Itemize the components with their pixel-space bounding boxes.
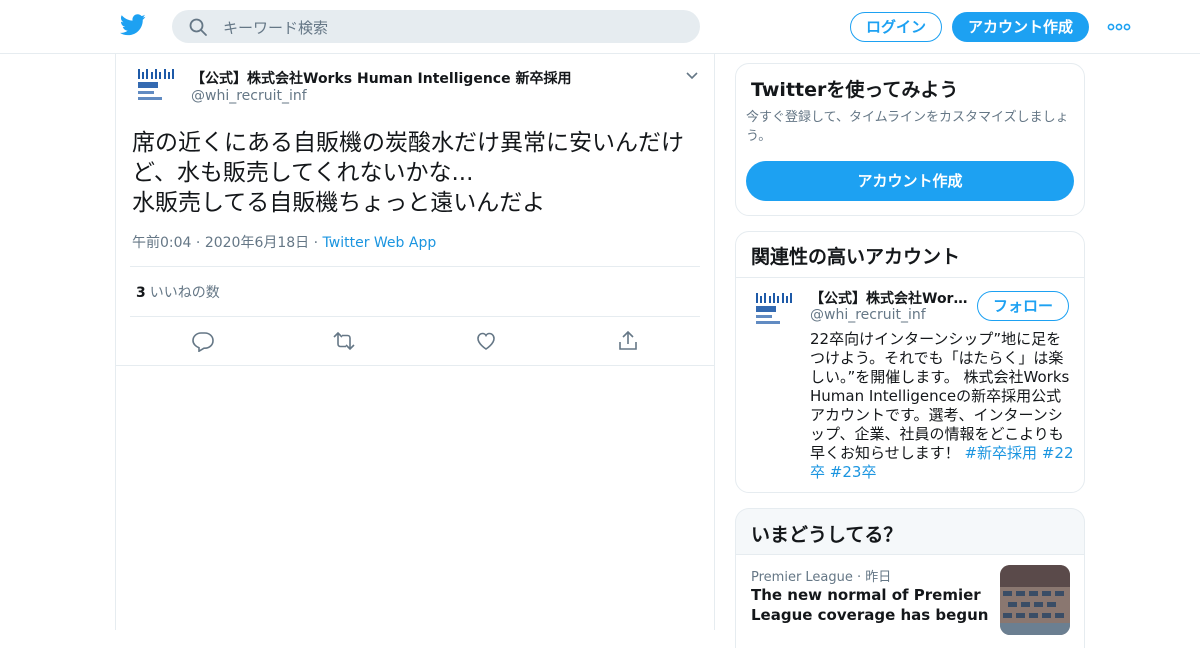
tweet-date[interactable]: 2020年6月18日 [205,235,309,251]
search-bar[interactable]: キーワード検索 [172,10,700,43]
signup-card-title: Twitterを使ってみよう [751,79,959,101]
divider [130,266,700,267]
follow-button[interactable]: フォロー [977,291,1069,321]
author-handle[interactable]: @whi_recruit_inf [191,88,307,104]
hashtag-link[interactable]: #23卒 [830,463,877,481]
login-button[interactable]: ログイン [850,12,942,42]
tweet-time[interactable]: 午前0:04 [132,235,191,251]
search-icon [189,18,207,36]
tweet-text-line: ど、水も販売してくれないかな... [132,160,474,186]
chevron-down-icon[interactable] [684,68,700,84]
separator-dot: · [195,235,205,251]
divider [116,365,714,366]
divider [130,316,700,317]
trend-time: 昨日 [865,570,892,585]
trends-card-title: いまどうしてる？ [751,524,903,546]
likes-number: 3 [136,285,146,301]
separator-dot: · [313,235,323,251]
signup-card-description: 今すぐ登録して、タイムラインをカスタマイズしましょう。 [746,110,1069,144]
search-input[interactable]: キーワード検索 [223,17,328,38]
trend-thumbnail-image[interactable] [1000,565,1070,635]
tweet-text-line: 水販売してる自販機ちょっと遠いんだよ [132,190,546,216]
signup-card: Twitterを使ってみよう 今すぐ登録して、タイムラインをカスタマイズしましょ… [735,63,1085,216]
likes-label: いいねの数 [149,285,220,301]
trend-category: Premier League [751,570,853,585]
top-navigation-bar: キーワード検索 ログイン アカウント作成 [0,0,1200,54]
tweet-text: 席の近くにある自販機の炭酸水だけ異常に安いんだけ ど、水も販売してくれないかな.… [132,128,702,218]
trend-headline[interactable]: The new normal of Premier League coverag… [751,585,996,625]
related-account-name[interactable]: 【公式】株式会社Works Human Intelligence 新卒採用 [810,288,970,308]
tweet-metadata: 午前0:04 · 2020年6月18日 · Twitter Web App [132,232,436,252]
divider [736,277,1084,278]
trend-meta: Premier League · 昨日 [751,566,891,585]
retweet-icon[interactable] [333,330,355,352]
signup-button[interactable]: アカウント作成 [952,12,1089,42]
author-avatar[interactable] [136,66,180,110]
share-icon[interactable] [617,330,639,352]
signup-card-button[interactable]: アカウント作成 [746,161,1074,201]
related-account-handle[interactable]: @whi_recruit_inf [810,307,926,323]
bio-text: 22卒向けインターンシップ”地に足をつけよう。それでも「はたらく」は楽しい。”を… [810,330,1070,462]
related-account-avatar[interactable] [754,290,798,334]
author-name[interactable]: 【公式】株式会社Works Human Intelligence 新卒採用 [191,68,571,88]
more-dots-icon[interactable] [1106,20,1132,34]
like-icon[interactable] [475,330,497,352]
reply-icon[interactable] [192,330,214,352]
hashtag-link[interactable]: #新卒採用 [964,444,1037,462]
tweet-text-line: 席の近くにある自販機の炭酸水だけ異常に安いんだけ [132,130,684,156]
related-card-title: 関連性の高いアカウント [751,246,961,268]
related-account-bio: 22卒向けインターンシップ”地に足をつけよう。それでも「はたらく」は楽しい。”を… [810,330,1074,482]
related-accounts-card: 関連性の高いアカウント 【公式】株式会社Works Human Intellig… [735,231,1085,493]
tweet-source-link[interactable]: Twitter Web App [323,235,437,251]
twitter-bird-icon[interactable] [120,14,146,36]
likes-count[interactable]: 3 いいねの数 [136,282,220,302]
tweet-detail: 【公式】株式会社Works Human Intelligence 新卒採用 @w… [115,54,715,630]
trends-card: いまどうしてる？ Premier League · 昨日 The new nor… [735,508,1085,648]
